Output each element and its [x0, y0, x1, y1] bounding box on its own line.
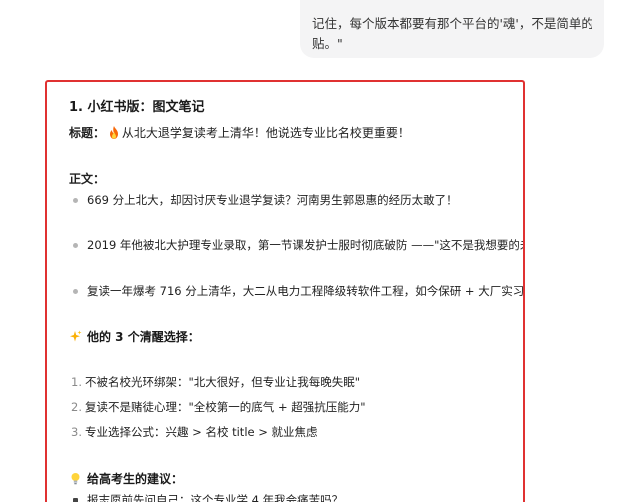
choices-heading: 他的 3 个清醒选择：	[69, 328, 200, 345]
list-item: 复读一年爆考 716 分上清华，大二从电力工程降级转软件工程，如今保研 + 大厂…	[69, 283, 525, 299]
title-text: 从北大退学复读考上清华！他说选专业比名校更重要！	[121, 126, 410, 140]
user-message-cut-line	[312, 0, 592, 2]
user-message-bubble: 记住，每个版本都要有那个平台的'魂'，不是简单的复制粘 贴。"	[300, 0, 604, 58]
sparkle-icon	[70, 330, 82, 342]
choice-text: 专业选择公式：兴趣 > 名校 title > 就业焦虑	[85, 425, 318, 439]
list-item: 报志愿前先问自己：这个专业学 4 年我会痛苦吗？	[69, 492, 343, 502]
fire-icon	[109, 126, 118, 139]
choices-heading-text: 他的 3 个清醒选择：	[87, 330, 200, 344]
bullet-text: 复读一年爆考 716 分上清华，大二从电力工程降级转软件工程，如今保研 + 大厂…	[87, 284, 525, 298]
bullet-text: 2019 年他被北大护理专业录取，第一节课发护士服时彻底破防 ——"这不是我想要…	[87, 238, 525, 252]
bullet-dot-icon	[73, 197, 78, 203]
title-line: 标题： 从北大退学复读考上清华！他说选专业比名校更重要！	[69, 124, 410, 141]
list-item: 669 分上北大，却因讨厌专业退学复读？河南男生郭恩惠的经历太敢了！	[69, 192, 458, 208]
list-item: 2. 复读不是赌徒心理："全校第一的底气 + 超强抗压能力"	[69, 399, 366, 415]
advice-heading: 给高考生的建议：	[69, 470, 183, 487]
list-item: 1. 不被名校光环绑架："北大很好，但专业让我每晚失眠"	[69, 374, 360, 390]
bullet-square-icon	[73, 497, 78, 502]
choice-text: 复读不是赌徒心理："全校第一的底气 + 超强抗压能力"	[85, 400, 366, 414]
section-title: 1. 小红书版：图文笔记	[69, 100, 205, 115]
bullet-text: 669 分上北大，却因讨厌专业退学复读？河南男生郭恩惠的经历太敢了！	[87, 193, 458, 207]
bullet-dot-icon	[73, 242, 78, 248]
bullet-dot-icon	[73, 288, 78, 294]
advice-text: 报志愿前先问自己：这个专业学 4 年我会痛苦吗？	[87, 493, 344, 502]
body-label-text: 正文：	[69, 172, 106, 186]
list-number: 3.	[71, 425, 82, 439]
list-number: 1.	[71, 375, 82, 389]
list-item: 2019 年他被北大护理专业录取，第一节课发护士服时彻底破防 ——"这不是我想要…	[69, 237, 525, 253]
chat-viewport: 记住，每个版本都要有那个平台的'魂'，不是简单的复制粘 贴。" 1. 小红书版：…	[0, 0, 640, 502]
list-number: 2.	[71, 400, 82, 414]
advice-heading-text: 给高考生的建议：	[87, 472, 184, 486]
user-message-line-2: 贴。"	[312, 36, 343, 51]
highlighted-answer-frame: 1. 小红书版：图文笔记 标题： 从北大退学复读考上清华！他说选专业比名校更重要…	[45, 80, 525, 502]
choice-text: 不被名校光环绑架："北大很好，但专业让我每晚失眠"	[85, 375, 361, 389]
user-message-line-1: 记住，每个版本都要有那个平台的'魂'，不是简单的复制粘	[312, 16, 592, 31]
lightbulb-icon	[71, 473, 80, 485]
body-label: 正文：	[69, 170, 105, 187]
title-label: 标题：	[69, 126, 106, 140]
list-item: 3. 专业选择公式：兴趣 > 名校 title > 就业焦虑	[69, 424, 318, 440]
